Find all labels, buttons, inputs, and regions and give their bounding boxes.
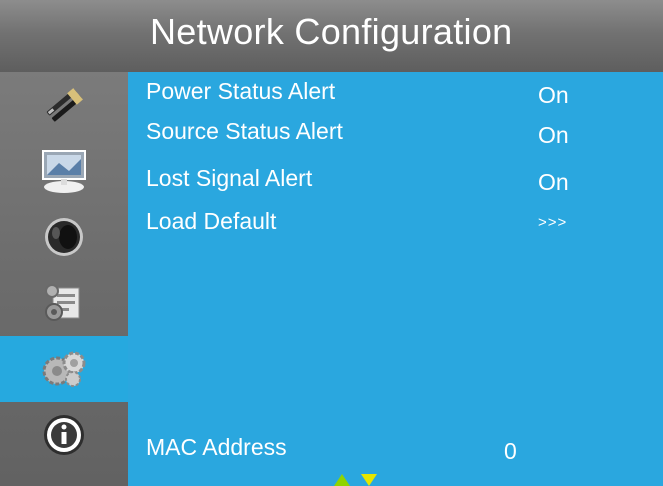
menu-item-load-default[interactable]: Load Default >>> [146, 202, 646, 242]
audio-icon [42, 215, 86, 259]
menu-item-label: Load Default [146, 208, 277, 234]
page-title: Network Configuration [150, 11, 513, 52]
network-icon [39, 349, 89, 389]
info-icon [42, 413, 86, 457]
nav-arrows [315, 473, 395, 486]
mac-address-row: MAC Address 0 [146, 428, 646, 468]
sidebar-item-audio[interactable] [0, 204, 128, 270]
tools-icon [41, 82, 87, 128]
sidebar-item-picture[interactable] [0, 138, 128, 204]
down-arrow-icon [361, 474, 377, 486]
setup-icon [41, 280, 87, 326]
menu-item-source-status-alert[interactable]: Source Status Alert On [146, 112, 646, 152]
menu-item-lost-signal-alert[interactable]: Lost Signal Alert On [146, 159, 646, 199]
picture-icon [39, 147, 89, 195]
menu-item-power-status-alert[interactable]: Power Status Alert On [146, 72, 646, 112]
menu-item-value: On [538, 82, 569, 108]
menu-item-value: On [538, 122, 569, 148]
settings-panel: Power Status Alert On Source Status Aler… [128, 72, 663, 486]
menu-item-label: Source Status Alert [146, 118, 343, 144]
sidebar-item-tools[interactable] [0, 72, 128, 138]
sidebar-item-network[interactable] [0, 336, 128, 402]
sidebar-item-info[interactable] [0, 402, 128, 468]
sidebar-item-setup[interactable] [0, 270, 128, 336]
title-bar: Network Configuration [0, 0, 663, 72]
mac-address-value: 0 [504, 438, 517, 464]
nav-arrows-graphic [334, 474, 377, 486]
sidebar [0, 72, 128, 486]
menu-item-value: On [538, 169, 569, 195]
osd-window: Network Configuration Power Status Alert… [0, 0, 663, 486]
up-arrow-icon [334, 474, 350, 486]
mac-address-label: MAC Address [146, 434, 287, 460]
menu-item-label: Power Status Alert [146, 78, 336, 104]
menu-item-label: Lost Signal Alert [146, 165, 313, 191]
menu-item-value: >>> [538, 214, 568, 231]
